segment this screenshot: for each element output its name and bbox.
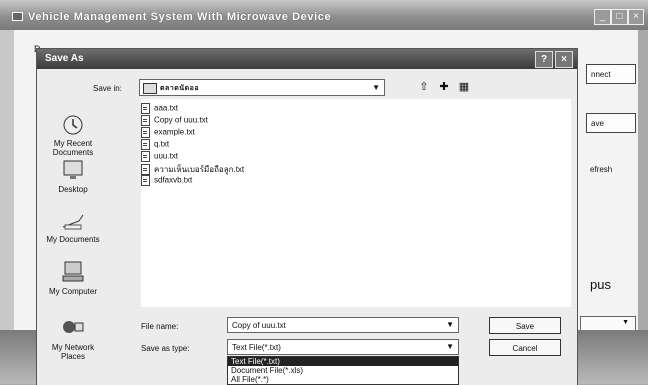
place-my-documents[interactable]: My Documents: [41, 207, 105, 244]
place-label: My Network Places: [51, 343, 95, 361]
file-item[interactable]: q.txt: [141, 139, 169, 150]
chevron-down-icon[interactable]: ▼: [446, 342, 454, 351]
place-desktop[interactable]: Desktop: [41, 157, 105, 194]
chevron-down-icon[interactable]: ▼: [446, 320, 454, 329]
file-name-label: File name:: [141, 322, 179, 331]
minimize-icon[interactable]: _: [594, 9, 611, 25]
maximize-icon[interactable]: □: [611, 9, 628, 25]
save-as-type-label: Save as type:: [141, 344, 190, 353]
file-name: sdfaxvb.txt: [154, 175, 193, 185]
file-item[interactable]: Copy of uuu.txt: [141, 115, 208, 126]
place-label: Desktop: [58, 185, 88, 194]
save-in-combo[interactable]: ตลาดนัดออ ▼: [139, 79, 385, 96]
save-data-button[interactable]: ave: [586, 113, 636, 133]
save-as-type-value: Text File(*.txt): [232, 343, 281, 352]
text-file-icon: [141, 115, 150, 126]
dropdown-option[interactable]: All File(*.*): [228, 375, 458, 384]
save-button[interactable]: Save: [489, 317, 561, 334]
folder-icon: [143, 83, 157, 94]
file-list[interactable]: aaa.txt Copy of uuu.txt example.txt q.tx…: [141, 99, 571, 307]
file-name-input[interactable]: Copy of uuu.txt ▼: [227, 317, 459, 333]
background-window-title: Vehicle Management System With Microwave…: [28, 11, 332, 23]
text-file-icon: [141, 139, 150, 150]
refresh-button[interactable]: efresh: [586, 160, 636, 180]
text-file-icon: [141, 175, 150, 186]
dialog-title: Save As: [45, 53, 84, 64]
desktop-icon: [63, 160, 83, 179]
save-as-dialog: Save As ? × Save in: ตลาดนัดออ ▼ ⇧ ✚ ▦ M…: [36, 48, 578, 385]
place-label: My Documents: [46, 235, 100, 244]
place-label: My Computer: [48, 287, 97, 296]
file-name: q.txt: [154, 139, 170, 149]
dialog-close-icon[interactable]: ×: [555, 51, 573, 68]
file-name: Copy of uuu.txt: [154, 115, 208, 125]
new-folder-icon[interactable]: ✚: [437, 80, 451, 94]
file-name: ความเห็นเบอร์มือถือลูก.txt: [154, 165, 245, 174]
cancel-button[interactable]: Cancel: [489, 339, 561, 356]
text-file-icon: [141, 151, 150, 162]
my-computer-icon: [62, 261, 84, 282]
chevron-down-icon: ▼: [372, 83, 380, 92]
up-one-level-icon[interactable]: ⇧: [417, 80, 431, 94]
help-icon[interactable]: ?: [535, 51, 553, 68]
place-my-recent-documents[interactable]: My Recent Documents: [41, 111, 105, 157]
background-partial-text: pus: [590, 277, 611, 292]
text-file-icon: [141, 127, 150, 138]
chevron-down-icon: ▼: [622, 319, 629, 326]
file-name-value: Copy of uuu.txt: [232, 321, 286, 330]
background-title-bar[interactable]: Vehicle Management System With Microwave…: [0, 0, 648, 30]
view-menu-icon[interactable]: ▦: [457, 80, 471, 94]
file-item[interactable]: uuu.txt: [141, 151, 178, 162]
file-name: aaa.txt: [154, 103, 179, 113]
place-label: My Recent Documents: [52, 139, 94, 157]
my-documents-icon: [62, 214, 84, 230]
file-name: example.txt: [154, 127, 195, 137]
file-item[interactable]: example.txt: [141, 127, 195, 138]
file-name: uuu.txt: [154, 151, 179, 161]
file-item[interactable]: ความเห็นเบอร์มือถือลูก.txt: [141, 163, 245, 176]
file-item[interactable]: aaa.txt: [141, 103, 178, 114]
save-as-type-select[interactable]: Text File(*.txt) ▼: [227, 339, 459, 355]
close-icon[interactable]: ×: [628, 9, 644, 25]
dropdown-option[interactable]: Text File(*.txt): [228, 357, 458, 366]
type-dropdown-list[interactable]: Text File(*.txt) Document File(*.xls) Al…: [227, 356, 459, 385]
dropdown-option[interactable]: Document File(*.xls): [228, 366, 458, 375]
recent-documents-icon: [63, 115, 83, 135]
text-file-icon: [141, 103, 150, 114]
network-places-icon: [63, 321, 84, 333]
save-in-value: ตลาดนัดออ: [160, 85, 200, 92]
text-file-icon: [141, 164, 150, 176]
file-item[interactable]: sdfaxvb.txt: [141, 175, 192, 186]
connect-button[interactable]: nnect: [586, 64, 636, 84]
dialog-title-bar[interactable]: Save As ? ×: [37, 49, 577, 69]
place-my-network-places[interactable]: My Network Places: [41, 315, 105, 361]
app-window-icon: [12, 12, 23, 21]
place-my-computer[interactable]: My Computer: [41, 259, 105, 296]
save-in-label: Save in:: [93, 84, 122, 93]
